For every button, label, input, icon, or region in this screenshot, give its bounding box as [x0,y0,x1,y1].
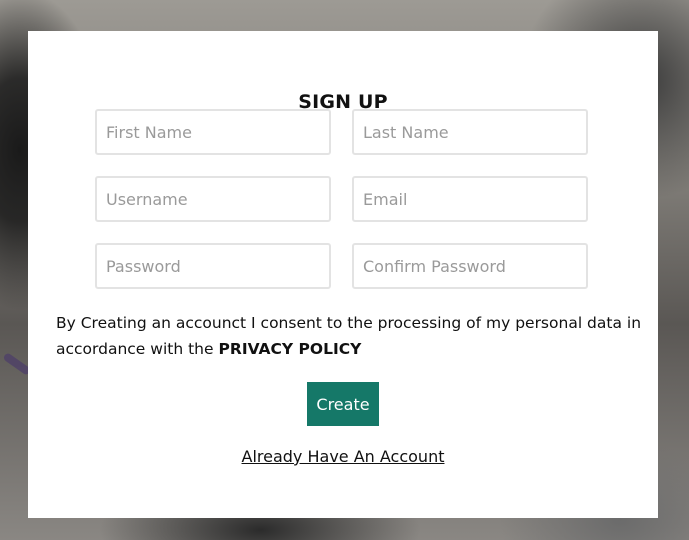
confirm-password-input[interactable] [352,243,588,289]
email-input[interactable] [352,176,588,222]
first-name-input[interactable] [95,109,331,155]
privacy-policy-link[interactable]: PRIVACY POLICY [219,340,362,358]
already-have-account-link[interactable]: Already Have An Account [28,447,658,466]
username-input[interactable] [95,176,331,222]
signup-card: SIGN UP By Creating an accounct I consen… [28,31,658,518]
consent-text: By Creating an accounct I consent to the… [56,310,646,362]
password-input[interactable] [95,243,331,289]
create-button[interactable]: Create [307,382,379,426]
last-name-input[interactable] [352,109,588,155]
